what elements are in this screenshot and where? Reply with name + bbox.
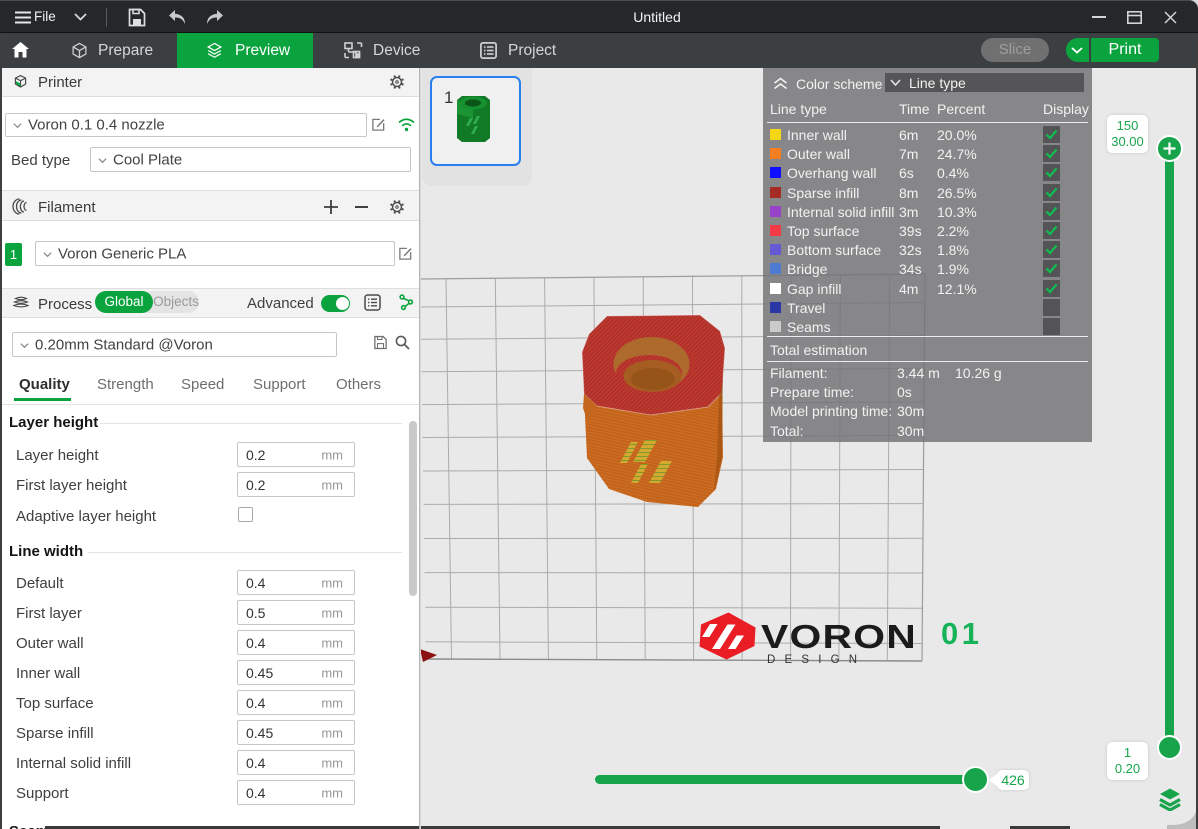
svg-text:VORON: VORON bbox=[761, 618, 917, 655]
svg-text:DESIGN: DESIGN bbox=[767, 654, 866, 666]
svg-text:01: 01 bbox=[941, 616, 982, 651]
